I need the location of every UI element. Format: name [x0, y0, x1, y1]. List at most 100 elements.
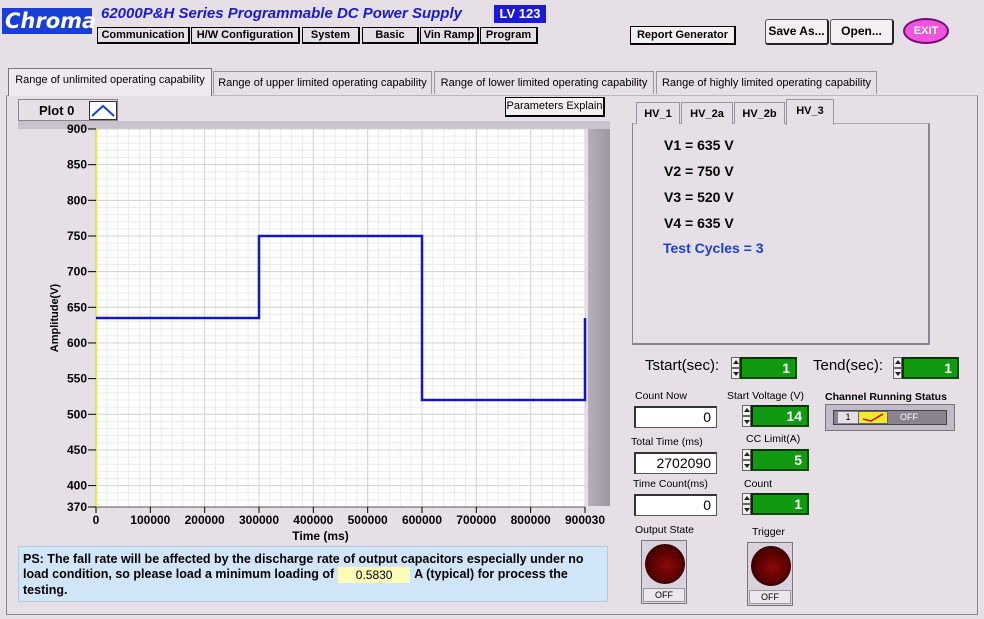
voltage-chart: 370 400 450 500 550 600 650 700 750 800 850 900 0 10…	[18, 121, 610, 545]
tend-spinner[interactable]	[893, 357, 902, 379]
spin-down-icon[interactable]	[742, 460, 751, 471]
channel-status-label: Channel Running Status	[825, 391, 947, 403]
y-tick-label: 800	[67, 193, 87, 207]
status-check-icon	[858, 411, 888, 424]
chroma-logo: Chroma	[2, 8, 96, 34]
output-state-label: Output State	[635, 524, 694, 536]
v4-value: V4 = 635 V	[664, 215, 734, 231]
x-axis-label: Time (ms)	[292, 529, 348, 543]
y-tick-label: 600	[67, 336, 87, 350]
trigger-button[interactable]: OFF	[747, 542, 793, 606]
y-tick-label: 370	[67, 500, 87, 514]
y-tick-label: 400	[67, 479, 87, 493]
menu-vin-ramp[interactable]: Vin Ramp	[420, 27, 479, 44]
save-as-button[interactable]: Save As...	[765, 19, 829, 45]
v1-value: V1 = 635 V	[664, 137, 734, 153]
time-count-label: Time Count(ms)	[633, 478, 708, 490]
channel-status-indicator: 1 OFF	[825, 404, 955, 431]
chart-frame-top	[18, 121, 610, 129]
tab-upper-limited[interactable]: Range of upper limited operating capabil…	[213, 71, 432, 94]
x-tick-label: 600000	[402, 513, 442, 527]
tab-unlimited[interactable]: Range of unlimited operating capability	[8, 68, 212, 96]
trigger-led-icon	[751, 546, 791, 586]
trigger-label: Trigger	[752, 526, 785, 538]
y-axis-ticks: 370 400 450 500 550 600 650 700 750 800 850 900	[67, 122, 96, 514]
chart-svg: 370 400 450 500 550 600 650 700 750 800 850 900 0 10…	[18, 121, 610, 543]
tab-hv-1[interactable]: HV_1	[636, 102, 680, 124]
plot-legend-label: Plot 0	[39, 103, 75, 118]
y-tick-label: 750	[67, 229, 87, 243]
spin-down-icon[interactable]	[731, 368, 740, 379]
trigger-value: OFF	[749, 590, 791, 604]
menu-hw-configuration[interactable]: H/W Configuration	[191, 27, 300, 44]
x-tick-label: 300000	[239, 513, 279, 527]
x-tick-label: 500000	[348, 513, 388, 527]
cc-limit-spinner[interactable]	[742, 449, 751, 471]
open-button[interactable]: Open...	[830, 19, 894, 45]
tend-label: Tend(sec):	[813, 357, 884, 374]
output-state-button[interactable]: OFF	[641, 540, 687, 604]
total-time-field: 2702090	[634, 452, 717, 474]
hv-panel	[632, 123, 930, 345]
y-tick-label: 900	[67, 122, 87, 136]
plot-legend[interactable]: Plot 0	[18, 99, 118, 121]
tab-lower-limited[interactable]: Range of lower limited operating capabil…	[434, 71, 654, 94]
v2-value: V2 = 750 V	[664, 163, 734, 179]
count-now-field: 0	[634, 406, 717, 428]
spin-up-icon[interactable]	[742, 493, 751, 504]
start-voltage-spinner[interactable]	[742, 405, 751, 427]
count-spinner[interactable]	[742, 493, 751, 515]
count-field[interactable]: 1	[751, 493, 809, 515]
spin-down-icon[interactable]	[742, 416, 751, 427]
tab-hv-3[interactable]: HV_3	[786, 99, 834, 125]
count-now-label: Count Now	[635, 390, 687, 402]
y-tick-label: 850	[67, 158, 87, 172]
spin-up-icon[interactable]	[742, 405, 751, 416]
spin-up-icon[interactable]	[742, 449, 751, 460]
channel-number: 1	[838, 412, 858, 423]
cc-limit-label: CC Limit(A)	[746, 433, 801, 445]
parameters-explain-button[interactable]: Parameters Explain	[505, 97, 605, 117]
y-axis-label: Amplitude(V)	[49, 283, 61, 352]
cc-limit-field[interactable]: 5	[751, 449, 809, 471]
menu-communication[interactable]: Communication	[97, 27, 190, 44]
channel-status-off: OFF	[900, 412, 918, 422]
exit-button[interactable]: EXIT	[903, 18, 949, 44]
x-tick-label: 900030	[565, 513, 605, 527]
report-generator-button[interactable]: Report Generator	[630, 26, 736, 45]
x-tick-label: 0	[93, 513, 100, 527]
tend-field[interactable]: 1	[902, 357, 959, 379]
chart-frame-right	[588, 121, 610, 506]
spin-down-icon[interactable]	[893, 368, 902, 379]
x-tick-label: 100000	[130, 513, 170, 527]
x-axis-ticks: 0 100000 200000 300000 400000 500000 600000 700…	[93, 507, 605, 527]
menu-basic[interactable]: Basic	[362, 27, 419, 44]
menu-system[interactable]: System	[302, 27, 360, 44]
x-tick-label: 400000	[293, 513, 333, 527]
start-voltage-field[interactable]: 14	[751, 405, 809, 427]
output-led-icon	[645, 544, 685, 584]
app-title: 62000P&H Series Programmable DC Power Su…	[101, 5, 462, 22]
spin-up-icon[interactable]	[731, 357, 740, 368]
version-badge: LV 123	[494, 5, 546, 23]
spin-down-icon[interactable]	[742, 504, 751, 515]
tstart-label: Tstart(sec):	[645, 357, 720, 374]
min-loading-value: 0.5830	[338, 567, 411, 583]
time-count-field: 0	[634, 494, 717, 516]
y-tick-label: 450	[67, 443, 87, 457]
ps-note: PS: The fall rate will be affected by th…	[18, 546, 608, 602]
menu-program[interactable]: Program	[480, 27, 538, 44]
tstart-spinner[interactable]	[731, 357, 740, 379]
tab-hv-2a[interactable]: HV_2a	[681, 102, 733, 124]
x-tick-label: 200000	[185, 513, 225, 527]
start-voltage-label: Start Voltage (V)	[727, 390, 805, 402]
tstart-field[interactable]: 1	[740, 357, 797, 379]
test-cycles: Test Cycles = 3	[663, 240, 764, 256]
y-tick-label: 650	[67, 300, 87, 314]
x-tick-label: 800000	[511, 513, 551, 527]
y-tick-label: 550	[67, 372, 87, 386]
tab-highly-limited[interactable]: Range of highly limited operating capabi…	[656, 71, 877, 94]
v3-value: V3 = 520 V	[664, 189, 734, 205]
spin-up-icon[interactable]	[893, 357, 902, 368]
tab-hv-2b[interactable]: HV_2b	[734, 102, 785, 124]
